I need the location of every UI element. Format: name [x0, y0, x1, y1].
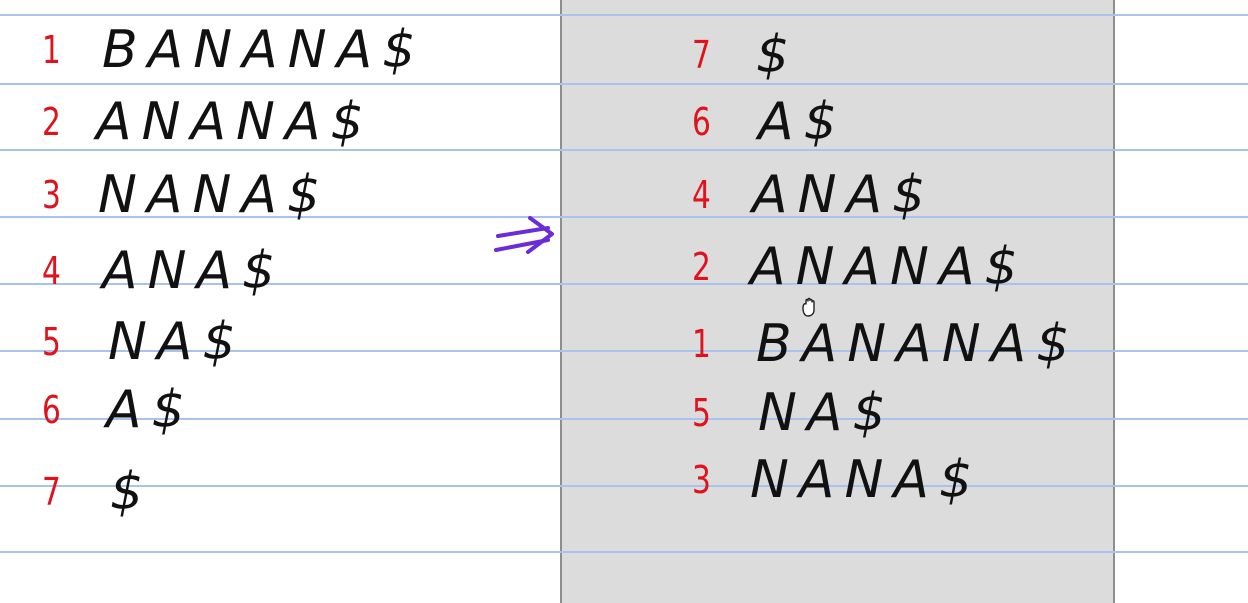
right-list-item: 5 NA$	[692, 383, 896, 443]
suffix-text: ANANA$	[750, 237, 1028, 297]
left-list-item: 3 NANA$	[42, 165, 330, 225]
left-list-item: 7 $	[42, 462, 153, 522]
suffix-text: ANANA$	[96, 92, 374, 152]
right-list-item: 3 NANA$	[692, 450, 982, 510]
left-list-item: 5 NA$	[42, 312, 246, 372]
suffix-text: A$	[106, 380, 195, 440]
suffix-index: 5	[692, 391, 711, 435]
suffix-text: NA$	[758, 383, 896, 443]
suffix-index: 7	[42, 470, 61, 514]
suffix-index: 3	[692, 458, 711, 502]
suffix-index: 5	[42, 320, 61, 364]
suffix-text: $	[756, 25, 800, 85]
rule-line	[0, 485, 1248, 487]
suffix-index: 1	[692, 322, 711, 366]
suffix-text: ANA$	[102, 241, 286, 301]
suffix-index: 4	[42, 249, 61, 293]
suffix-index: 2	[42, 100, 61, 144]
suffix-index: 4	[692, 173, 711, 217]
suffix-index: 6	[692, 100, 711, 144]
left-list-item: 4 ANA$	[42, 241, 285, 301]
suffix-text: A$	[758, 92, 847, 152]
suffix-text: NANA$	[98, 165, 331, 225]
rule-line	[0, 83, 1248, 85]
right-list-item: 4 ANA$	[692, 165, 935, 225]
right-list-item: 1 BANANA$	[692, 314, 1079, 374]
rule-line	[0, 551, 1248, 553]
suffix-text: ANA$	[752, 165, 936, 225]
left-list-item: 6 A$	[42, 380, 195, 440]
suffix-text: BANANA$	[102, 20, 426, 80]
left-list-item: 2 ANANA$	[42, 92, 374, 152]
rule-line	[0, 14, 1248, 16]
suffix-text: $	[110, 462, 154, 522]
right-list-item: 7 $	[692, 25, 799, 85]
suffix-index: 1	[42, 28, 61, 72]
left-list-item: 1 BANANA$	[42, 20, 425, 80]
right-list-item: 6 A$	[692, 92, 847, 152]
sorted-panel	[560, 0, 1115, 603]
double-right-arrow-icon	[494, 216, 554, 254]
notebook-canvas: 1 BANANA$ 2 ANANA$ 3 NANA$ 4 ANA$ 5 NA$ …	[0, 0, 1248, 603]
suffix-text: BANANA$	[756, 314, 1080, 374]
suffix-text: NANA$	[750, 450, 983, 510]
suffix-index: 3	[42, 173, 61, 217]
suffix-index: 2	[692, 245, 711, 289]
suffix-index: 7	[692, 33, 711, 77]
right-list-item: 2 ANANA$	[692, 237, 1028, 297]
hand-cursor-icon	[802, 297, 815, 317]
suffix-index: 6	[42, 388, 61, 432]
suffix-text: NA$	[108, 312, 246, 372]
